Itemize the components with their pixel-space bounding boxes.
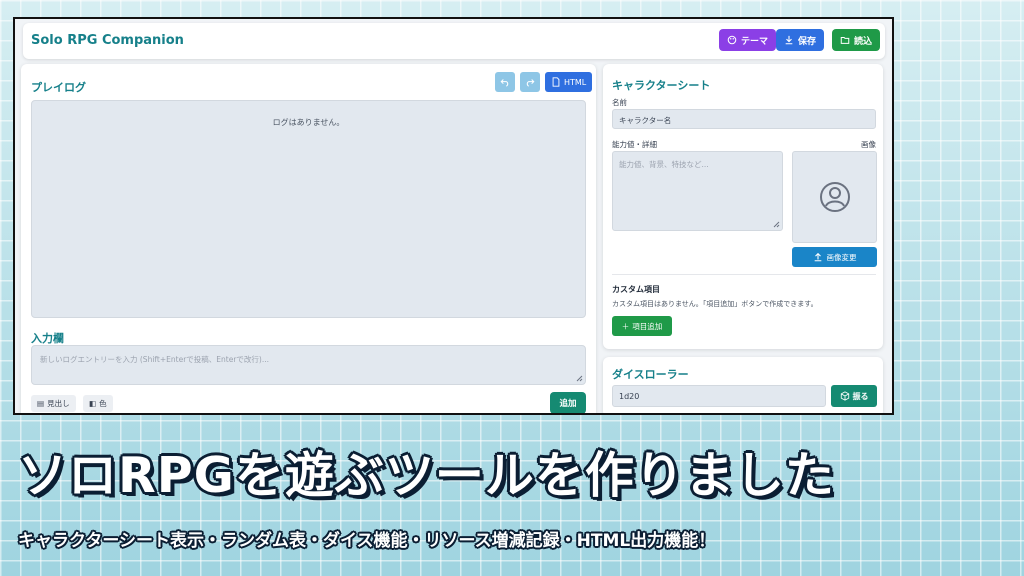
character-sheet-title: キャラクターシート: [612, 79, 711, 92]
undo-button[interactable]: [495, 72, 515, 92]
redo-button[interactable]: [520, 72, 540, 92]
banner-subline: キャラクターシート表示・ランダム表・ダイス機能・リソース増減記録・HTML出力機…: [18, 531, 716, 551]
color-button[interactable]: ◧ 色: [83, 395, 113, 412]
save-button[interactable]: 保存: [776, 29, 825, 51]
add-item-label: 項目追加: [632, 321, 663, 331]
stats-textarea[interactable]: 能力値、背景、特技など...: [612, 151, 783, 231]
color-palette-icon: ◧: [89, 399, 97, 408]
roll-button-label: 振る: [852, 391, 869, 401]
folder-open-icon: [840, 37, 850, 44]
divider: [612, 274, 876, 275]
load-button-label: 読込: [854, 36, 873, 47]
play-log-panel: プレイログ HTML ログはありません。 入力欄 新しいログエントリーを入力 (…: [21, 64, 596, 413]
stats-label: 能力値・詳細: [612, 140, 657, 149]
stats-placeholder: 能力値、背景、特技など...: [619, 160, 709, 169]
character-image: [792, 151, 877, 243]
resize-grip-icon[interactable]: [576, 375, 583, 382]
add-item-button[interactable]: ＋ 項目追加: [612, 316, 672, 336]
change-image-button[interactable]: 画像変更: [792, 247, 877, 267]
log-display: ログはありません。: [31, 100, 586, 318]
app-screenshot: Solo RPG Companion テーマ 保存 読込 プレイログ HTML: [13, 17, 894, 415]
character-sheet-panel: キャラクターシート 名前 キャラクター名 能力値・詳細 画像 能力値、背景、特技…: [603, 64, 883, 349]
file-code-icon: [552, 77, 560, 87]
custom-items-empty-text: カスタム項目はありません。「項目追加」ボタンで作成できます。: [612, 300, 818, 308]
undo-icon: [500, 79, 509, 87]
heading-icon: ▤: [37, 399, 45, 408]
roll-button[interactable]: 振る: [831, 385, 877, 407]
play-log-title: プレイログ: [31, 81, 86, 94]
add-entry-button[interactable]: 追加: [550, 392, 586, 413]
theme-button[interactable]: テーマ: [719, 29, 777, 51]
log-toolbar: HTML: [495, 72, 593, 92]
custom-items-title: カスタム項目: [612, 285, 660, 294]
app-title: Solo RPG Companion: [31, 33, 184, 48]
heading-button[interactable]: ▤ 見出し: [31, 395, 76, 412]
dice-roller-title: ダイスローラー: [612, 368, 689, 381]
html-export-label: HTML: [564, 77, 587, 87]
html-export-button[interactable]: HTML: [545, 72, 593, 92]
character-name-input[interactable]: キャラクター名: [612, 109, 876, 129]
dice-icon: [840, 391, 849, 401]
dice-expression-input[interactable]: 1d20: [612, 385, 826, 407]
log-entry-input[interactable]: 新しいログエントリーを入力 (Shift+Enterで投稿、Enterで改行).…: [31, 345, 586, 385]
save-button-label: 保存: [798, 36, 817, 47]
upload-icon: [814, 252, 821, 262]
download-icon: [785, 35, 793, 45]
log-empty-text: ログはありません。: [272, 118, 345, 127]
resize-grip-icon[interactable]: [773, 221, 780, 228]
plus-icon: ＋: [621, 321, 630, 331]
theme-button-label: テーマ: [741, 36, 769, 47]
user-avatar-icon: [819, 182, 850, 212]
banner-headline: ソロRPGを遊ぶツールを作りました: [18, 447, 835, 504]
name-label: 名前: [612, 98, 627, 107]
palette-icon: [727, 35, 737, 45]
redo-icon: [526, 79, 535, 87]
log-entry-placeholder: 新しいログエントリーを入力 (Shift+Enterで投稿、Enterで改行).…: [40, 355, 269, 364]
top-bar: Solo RPG Companion テーマ 保存 読込: [23, 23, 885, 59]
image-label: 画像: [861, 140, 876, 149]
change-image-label: 画像変更: [826, 252, 857, 262]
color-button-label: 色: [99, 399, 107, 408]
input-title: 入力欄: [31, 332, 64, 345]
load-button[interactable]: 読込: [832, 29, 881, 51]
dice-roller-panel: ダイスローラー 1d20 振る: [603, 357, 883, 413]
heading-button-label: 見出し: [47, 399, 70, 408]
